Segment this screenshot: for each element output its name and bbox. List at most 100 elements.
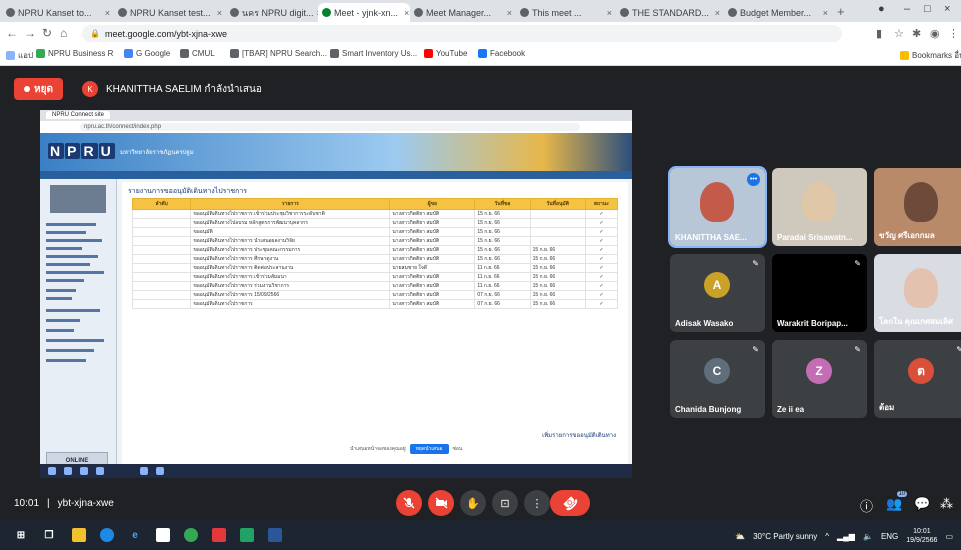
- word-icon[interactable]: [268, 528, 282, 542]
- app-icon[interactable]: [212, 528, 226, 542]
- bookmark-item[interactable]: YouTube: [424, 49, 467, 58]
- activities-icon: ⁂: [940, 496, 953, 511]
- language-indicator[interactable]: ENG: [881, 532, 898, 541]
- file-explorer-icon[interactable]: [72, 528, 86, 542]
- google-icon: [124, 49, 133, 58]
- minimize-icon[interactable]: –: [904, 3, 910, 15]
- bookmark-label: NPRU Business R: [48, 49, 114, 58]
- new-tab-icon[interactable]: +: [837, 4, 845, 19]
- close-icon[interactable]: ×: [105, 8, 110, 18]
- bookmark-item[interactable]: แอป: [6, 49, 33, 62]
- participant-tile[interactable]: ✎ Warakrit Boripap...: [772, 254, 867, 332]
- table-cell: [131, 254, 192, 264]
- bookmark-label: แอป: [18, 51, 34, 60]
- people-button[interactable]: 👥 10: [886, 491, 908, 512]
- other-bookmarks[interactable]: Bookmarks อื่นๆ: [900, 49, 961, 62]
- windows-start-icon[interactable]: ⊞: [14, 528, 28, 542]
- mic-toggle-button[interactable]: [396, 490, 422, 516]
- address-bar[interactable]: 🔒 meet.google.com/ybt-xjna-xwe: [82, 25, 842, 42]
- sidebar-link: [46, 271, 104, 274]
- participant-tile[interactable]: Paradai Srisawatn...: [772, 168, 867, 246]
- bookmark-item[interactable]: NPRU Business R: [36, 49, 113, 58]
- extension-icon[interactable]: ✱: [912, 27, 921, 40]
- profile-avatar-icon[interactable]: ◉: [930, 27, 940, 40]
- profile-icon[interactable]: ●: [878, 3, 885, 15]
- menu-icon[interactable]: ⋮: [948, 27, 959, 40]
- close-icon[interactable]: ×: [507, 8, 512, 18]
- taskbar-clock[interactable]: 10:01 19/9/2566: [906, 527, 937, 545]
- forward-arrow-icon[interactable]: →: [24, 26, 36, 40]
- close-icon[interactable]: ×: [607, 8, 612, 18]
- back-arrow-icon[interactable]: ←: [6, 26, 18, 40]
- browser-tab[interactable]: THE STANDARD... ×: [616, 3, 724, 22]
- edge-icon[interactable]: [100, 528, 114, 542]
- stop-presenting-button[interactable]: หยุด: [14, 78, 63, 100]
- line-icon[interactable]: [240, 528, 254, 542]
- chat-button[interactable]: 💬: [914, 496, 930, 512]
- star-icon[interactable]: ☆: [894, 27, 904, 40]
- table-cell: นายสมชาย ใจดี: [389, 263, 476, 273]
- raise-hand-button[interactable]: ✋: [460, 490, 486, 516]
- bookmark-icon: [180, 49, 189, 58]
- browser-tab[interactable]: Meet Manager... ×: [410, 3, 516, 22]
- reload-icon[interactable]: ↻: [42, 26, 52, 40]
- browser-tab[interactable]: NPRU Kanset to... ×: [2, 3, 114, 22]
- close-icon[interactable]: ×: [404, 8, 409, 18]
- participant-tile[interactable]: ✎ ตต้อม: [874, 340, 961, 418]
- camera-toggle-button[interactable]: [428, 490, 454, 516]
- sidebar-link: [46, 339, 104, 342]
- sidebar-link: [46, 279, 84, 282]
- sidebar-link: [46, 231, 86, 234]
- browser-tab[interactable]: NPRU Kanset test... ×: [114, 3, 226, 22]
- close-icon[interactable]: ×: [217, 8, 222, 18]
- chrome-icon[interactable]: [184, 528, 198, 542]
- table-cell: [131, 263, 192, 273]
- bookmark-item[interactable]: CMUL: [180, 49, 215, 58]
- browser-tab-bar: NPRU Kanset to... × NPRU Kanset test... × …: [0, 0, 961, 22]
- participant-avatar: C: [704, 358, 730, 384]
- browser-tab-active[interactable]: Meet - yjnk-xn... ×: [318, 3, 410, 22]
- participant-video: [904, 182, 938, 222]
- table-cell: 07 ก.ย. 66: [474, 290, 531, 300]
- participant-tile[interactable]: ขวัญ ศรีเอกกมล: [874, 168, 961, 246]
- bookmark-item[interactable]: [TBAR] NPRU Search...: [230, 49, 327, 58]
- internet-explorer-icon[interactable]: e: [128, 528, 142, 542]
- participant-tile[interactable]: โลกใน คุณเกศสมเลิศ: [874, 254, 961, 332]
- table-cell: ✓: [584, 290, 619, 300]
- hand-icon: ✋: [466, 497, 480, 510]
- close-icon[interactable]: ×: [715, 8, 720, 18]
- tab-label: Budget Member...: [740, 7, 812, 18]
- present-now-button[interactable]: ⊡: [492, 490, 518, 516]
- notifications-icon[interactable]: ▭: [945, 532, 953, 541]
- camera-indicator-icon[interactable]: ▮: [876, 27, 882, 40]
- participant-tile[interactable]: ✎ A Adisak Wasako: [670, 254, 765, 332]
- weather-text[interactable]: 30°C Partly sunny: [753, 532, 817, 541]
- store-icon[interactable]: [156, 528, 170, 542]
- task-view-icon[interactable]: ❐: [42, 528, 56, 542]
- participant-tile[interactable]: ✎ Z Ze ii ea: [772, 340, 867, 418]
- activities-button[interactable]: ⁂: [940, 496, 953, 512]
- bookmark-item[interactable]: Facebook: [478, 49, 525, 58]
- window-close-icon[interactable]: ×: [944, 3, 950, 15]
- more-options-button[interactable]: ⋮: [524, 490, 550, 516]
- bookmark-item[interactable]: G Google: [124, 49, 170, 58]
- participant-tile[interactable]: ✎ C Chanida Bunjong: [670, 340, 765, 418]
- bookmark-item[interactable]: Smart Inventory Us...: [330, 49, 417, 58]
- participant-tile[interactable]: ••• KHANITTHA SAE...: [668, 166, 767, 248]
- bookmark-icon: [36, 49, 45, 58]
- leave-call-button[interactable]: ☎: [550, 490, 590, 516]
- participant-name: Chanida Bunjong: [675, 405, 742, 414]
- volume-icon[interactable]: 🔈: [863, 532, 873, 541]
- home-icon[interactable]: ⌂: [60, 26, 67, 40]
- camera-off-icon: [435, 497, 447, 509]
- maximize-icon[interactable]: □: [924, 3, 931, 15]
- browser-tab[interactable]: Budget Member... ×: [724, 3, 832, 22]
- network-icon[interactable]: ▂▄▆: [837, 532, 855, 541]
- participant-name: Paradai Srisawatn...: [777, 233, 853, 242]
- browser-tab[interactable]: This meet ... ×: [516, 3, 616, 22]
- close-icon[interactable]: ×: [823, 8, 828, 18]
- sidebar-profile-image: [50, 185, 106, 213]
- meeting-info-button[interactable]: ⓘ: [860, 496, 873, 515]
- tray-chevron-icon[interactable]: ^: [825, 532, 829, 541]
- browser-tab[interactable]: นคร NPRU digit...×: [226, 3, 318, 22]
